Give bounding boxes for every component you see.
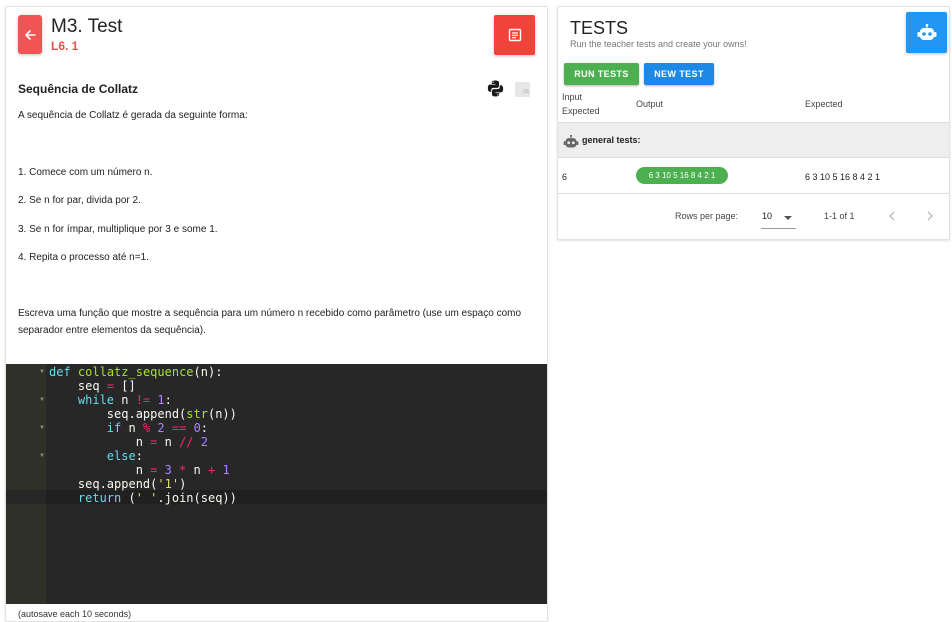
header-input-expected[interactable]: Expected <box>562 104 600 118</box>
test-group-label: general tests: <box>582 135 641 145</box>
lesson-subtitle: L6. 1 <box>51 39 79 53</box>
python-icon[interactable] <box>487 80 504 97</box>
chevron-left-icon <box>889 211 895 221</box>
code-line[interactable]: return (' '.join(seq)) <box>49 491 237 505</box>
next-page-button[interactable] <box>923 209 937 223</box>
test-output-badge: 6 3 10 5 16 8 4 2 1 <box>636 167 728 184</box>
problem-line: Escreva uma função que mostre a sequênci… <box>18 308 522 336</box>
test-group-row[interactable]: general tests: <box>558 122 949 158</box>
lesson-title: M3. Test <box>51 16 123 37</box>
run-tests-button[interactable]: RUN TESTS <box>564 63 639 85</box>
code-line[interactable]: if n % 2 == 0: <box>49 421 208 435</box>
code-line[interactable]: def collatz_sequence(n): <box>49 365 222 379</box>
javascript-icon[interactable]: JS <box>515 82 530 97</box>
rows-per-page-select[interactable]: 10 <box>761 207 796 229</box>
document-icon <box>508 28 521 42</box>
header-input[interactable]: Input <box>562 90 582 104</box>
chevron-right-icon <box>927 211 933 221</box>
problem-line: 1. Comece com um número n. <box>18 167 153 178</box>
active-line-gutter <box>6 490 46 504</box>
code-line[interactable]: seq = [] <box>49 379 136 393</box>
test-input-cell: 6 <box>562 172 568 182</box>
pagination-range: 1-1 of 1 <box>824 211 855 221</box>
line-number: 10 <box>6 526 547 544</box>
caret-down-icon <box>784 216 792 220</box>
line-number: 11 <box>6 544 547 562</box>
back-button[interactable] <box>18 15 42 54</box>
row-divider <box>558 193 949 194</box>
test-expected-cell: 6 3 10 5 16 8 4 2 1 <box>805 172 881 182</box>
tests-title: TESTS <box>570 18 629 38</box>
code-line[interactable]: else: <box>49 449 143 463</box>
code-line[interactable]: seq.append(str(n)) <box>49 407 237 421</box>
problem-line: 3. Se n for ímpar, multiplique por 3 e s… <box>18 224 218 235</box>
fold-arrow-icon[interactable]: ▼ <box>39 449 45 463</box>
header-expected[interactable]: Expected <box>805 97 843 111</box>
problem-line: 2. Se n for par, divida por 2. <box>18 195 141 206</box>
robot-icon <box>917 23 936 40</box>
code-line[interactable]: n = n // 2 <box>49 435 208 449</box>
robot-icon <box>563 135 579 148</box>
rows-per-page-label: Rows per page: <box>675 211 739 221</box>
prev-page-button[interactable] <box>885 209 899 223</box>
fold-arrow-icon[interactable]: ▼ <box>39 421 45 435</box>
arrow-left-icon <box>25 29 36 40</box>
document-button[interactable] <box>494 15 535 55</box>
code-line[interactable]: seq.append('1') <box>49 477 186 491</box>
code-editor[interactable]: 1 2 3 4 5 6 7 8 9 10 11 ▼ ▼ ▼ ▼ def coll… <box>6 364 547 604</box>
fold-arrow-icon[interactable]: ▼ <box>39 393 45 407</box>
problem-line: A sequência de Collatz é gerada da segui… <box>18 110 248 121</box>
code-line[interactable]: while n != 1: <box>49 393 172 407</box>
tests-card: TESTS Run the teacher tests and create y… <box>557 6 950 240</box>
autosave-note: (autosave each 10 seconds) <box>18 609 132 619</box>
rows-per-page-value: 10 <box>762 211 773 221</box>
new-test-button[interactable]: NEW TEST <box>644 63 714 85</box>
robot-button[interactable] <box>906 12 947 53</box>
tests-subtitle: Run the teacher tests and create your ow… <box>570 39 747 49</box>
problem-line: 4. Repita o processo até n=1. <box>18 252 149 263</box>
problem-title: Sequência de Collatz <box>18 82 139 96</box>
code-line[interactable]: n = 3 * n + 1 <box>49 463 230 477</box>
lesson-card: M3. Test L6. 1 Sequência de Collatz JS A… <box>5 6 548 622</box>
fold-arrow-icon[interactable]: ▼ <box>39 365 45 379</box>
header-output[interactable]: Output <box>636 97 663 111</box>
line-number: 9 <box>6 508 547 526</box>
